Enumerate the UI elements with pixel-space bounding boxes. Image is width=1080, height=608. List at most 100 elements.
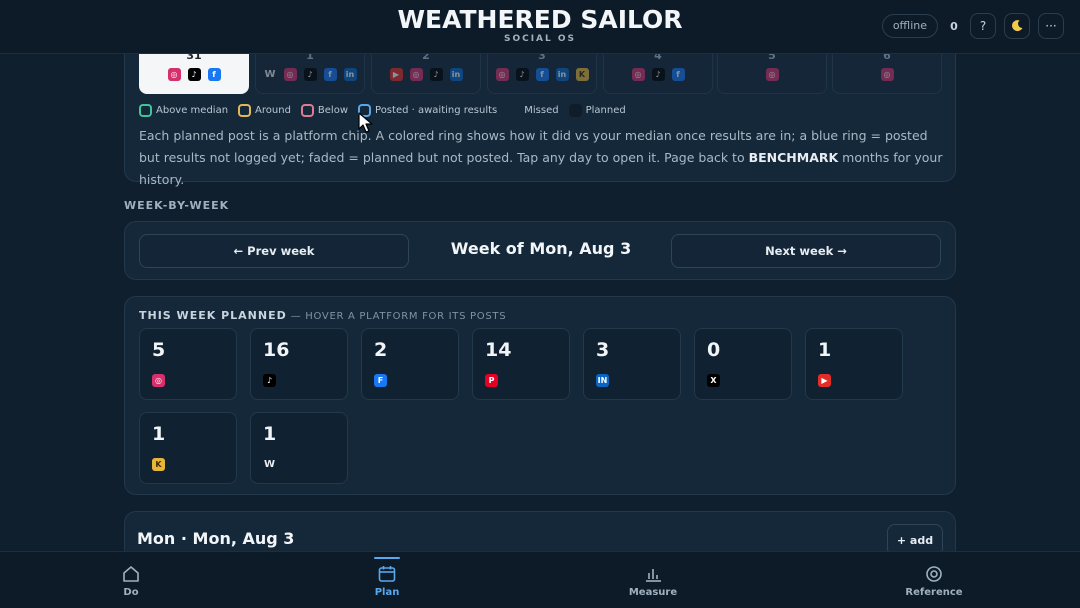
platform-chip-icon[interactable]: ♪ — [187, 68, 201, 81]
platform-chip-icon[interactable]: ◎ — [880, 68, 894, 81]
platform-chip-icon[interactable]: ◎ — [765, 68, 779, 81]
platform-tile-facebook[interactable]: 2F — [361, 328, 459, 400]
target-icon — [926, 566, 942, 582]
nav-reference[interactable]: Reference — [874, 552, 994, 608]
platform-tile-tiktok[interactable]: 16 ♪ — [250, 328, 348, 400]
day-platform-chips: ◎ ♪ f in K — [488, 68, 596, 81]
legend-planned: Planned — [568, 104, 626, 117]
platform-chip-icon[interactable]: f — [671, 68, 685, 81]
platform-chip-icon[interactable]: ♪ — [515, 68, 529, 81]
platform-chip-icon[interactable]: in — [343, 68, 357, 81]
platform-tile-linkedin[interactable]: 3 IN — [583, 328, 681, 400]
pinterest-icon: P — [485, 374, 498, 387]
legend-above-median: Above median — [139, 104, 228, 117]
x-icon: X — [707, 374, 720, 387]
platform-chip-icon[interactable]: ◎ — [283, 68, 297, 81]
more-menu-button[interactable]: ··· — [1038, 13, 1064, 39]
platform-chip-icon[interactable]: f — [207, 68, 221, 81]
platform-chip-icon[interactable]: in — [555, 68, 569, 81]
instagram-icon: ◎ — [152, 374, 165, 387]
website-icon: W — [263, 459, 276, 470]
legend-label: Above median — [156, 105, 229, 116]
nav-do[interactable]: Do — [71, 552, 191, 608]
legend-around: Around — [238, 104, 291, 117]
calendar-icon — [378, 566, 396, 582]
active-indicator — [374, 557, 400, 559]
top-bar: WEATHERED SAILOR SOCIAL OS offline 0 ? ·… — [0, 0, 1080, 54]
planned-title: THIS WEEK PLANNED — [139, 309, 287, 322]
youtube-icon: ▶ — [818, 374, 831, 387]
platform-tile-instagram[interactable]: 5 ◎ — [139, 328, 237, 400]
platform-chip-icon[interactable]: ♪ — [303, 68, 317, 81]
planned-count: 1 — [152, 423, 166, 445]
platform-chip-icon[interactable]: W — [264, 68, 277, 81]
platform-chip-icon[interactable]: K — [575, 68, 589, 81]
day-platform-chips: ◎ — [718, 68, 826, 81]
planned-swatch — [568, 104, 582, 117]
week-navigator-card: ← Prev week Week of Mon, Aug 3 Next week… — [124, 221, 956, 280]
above-median-swatch — [139, 104, 152, 117]
bottom-navigation: Do Plan Measure Reference — [0, 551, 1080, 608]
platform-chip-icon[interactable]: ◎ — [631, 68, 645, 81]
planned-count: 1 — [263, 423, 277, 445]
legend-posted: Posted · awaiting results — [358, 104, 497, 117]
planned-count: 14 — [485, 339, 512, 361]
legend-label: Below — [317, 105, 349, 116]
platform-chip-icon[interactable]: in — [449, 68, 463, 81]
explanation-emphasis: BENCHMARK — [748, 150, 839, 165]
next-week-button[interactable]: Next week → — [671, 234, 941, 268]
facebook-icon: F — [374, 374, 387, 387]
nav-label: Do — [123, 587, 139, 598]
calendar-legend: Above median Around Below Posted · await… — [139, 104, 626, 117]
legend-label: Around — [255, 105, 291, 116]
day-platform-chips: W ◎ ♪ f in — [256, 68, 364, 81]
platform-chip-icon[interactable]: f — [535, 68, 549, 81]
day-title: Mon · Mon, Aug 3 — [137, 529, 295, 548]
legend-label: Posted · awaiting results — [375, 105, 498, 116]
calendar-explanation: Each planned post is a platform chip. A … — [139, 125, 945, 191]
platform-chip-icon[interactable]: ◎ — [495, 68, 509, 81]
platform-chip-icon[interactable]: ▶ — [389, 68, 403, 81]
platform-chip-icon[interactable]: ♪ — [429, 68, 443, 81]
mouse-cursor-icon — [358, 112, 373, 133]
planned-count: 0 — [707, 339, 721, 361]
day-platform-chips: ◎ — [833, 68, 941, 81]
nav-label: Reference — [905, 587, 963, 598]
platform-tile-website[interactable]: 1W — [250, 412, 348, 484]
platform-tile-youtube[interactable]: 1 ▶ — [805, 328, 903, 400]
planned-hint: — HOVER A PLATFORM FOR ITS POSTS — [290, 311, 507, 322]
platform-chip-icon[interactable]: f — [323, 68, 337, 81]
theme-toggle-button[interactable] — [1004, 13, 1030, 39]
nav-plan[interactable]: Plan — [327, 552, 447, 608]
bar-chart-icon — [646, 569, 661, 582]
nav-label: Measure — [628, 587, 678, 598]
around-swatch — [238, 104, 252, 117]
nav-measure[interactable]: Measure — [593, 552, 713, 608]
platform-tile-pinterest[interactable]: 14 P — [472, 328, 570, 400]
planned-count: 16 — [263, 339, 290, 361]
day-platform-chips: ◎ ♪ f — [604, 68, 712, 81]
legend-below: Below — [300, 104, 349, 117]
home-icon — [123, 566, 139, 582]
tiktok-icon: ♪ — [263, 374, 276, 387]
help-button[interactable]: ? — [970, 13, 996, 39]
missed-swatch — [507, 104, 521, 117]
planned-count: 5 — [152, 339, 166, 361]
planned-heading: THIS WEEK PLANNED — HOVER A PLATFORM FOR… — [139, 309, 506, 322]
header-actions: offline 0 ? ··· — [881, 13, 1064, 39]
this-week-planned-card: THIS WEEK PLANNED — HOVER A PLATFORM FOR… — [124, 296, 956, 495]
platform-tile-x[interactable]: 0X — [694, 328, 792, 400]
platform-chip-icon[interactable]: ◎ — [409, 68, 423, 81]
platform-chip-icon[interactable]: ♪ — [651, 68, 665, 81]
below-swatch — [300, 104, 314, 117]
sync-count-badge[interactable]: 0 — [946, 20, 962, 33]
planned-count: 2 — [374, 339, 388, 361]
platform-chip-icon[interactable]: ◎ — [167, 68, 181, 81]
legend-missed: Missed — [507, 104, 559, 117]
platform-tile-kofi[interactable]: 1K — [139, 412, 237, 484]
legend-label: Missed — [524, 105, 559, 116]
offline-status-pill[interactable]: offline — [881, 14, 938, 38]
planned-count: 3 — [596, 339, 610, 361]
kofi-icon: K — [152, 458, 165, 471]
week-by-week-heading: WEEK-BY-WEEK — [124, 199, 230, 212]
